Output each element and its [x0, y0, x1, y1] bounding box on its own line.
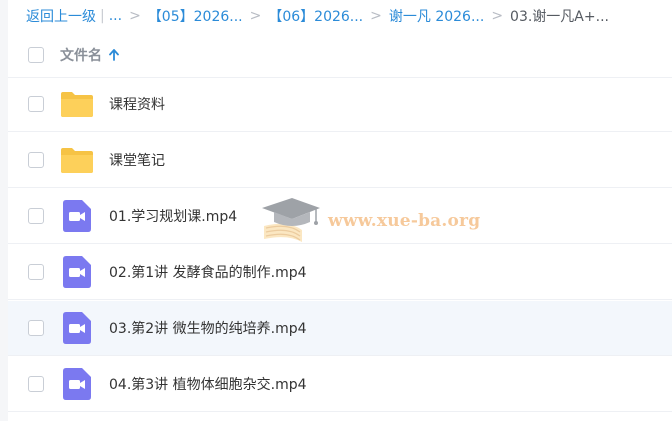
file-row[interactable]: 课程资料: [8, 77, 672, 132]
breadcrumb: 返回上一级 | ... > 【05】2026... > 【06】2026... …: [26, 0, 609, 32]
row-checkbox[interactable]: [28, 152, 44, 168]
folder-icon: [60, 143, 94, 177]
breadcrumb-separator: >: [129, 8, 141, 24]
file-name[interactable]: 课程资料: [109, 94, 165, 114]
video-file-icon: [60, 311, 94, 345]
row-checkbox[interactable]: [28, 208, 44, 224]
select-all-checkbox[interactable]: [28, 47, 44, 63]
breadcrumb-item-xie[interactable]: 谢一凡 2026...: [389, 6, 484, 26]
file-list-header: 文件名: [8, 33, 672, 78]
video-file-icon: [60, 199, 94, 233]
breadcrumb-separator: >: [249, 8, 262, 24]
back-link[interactable]: 返回上一级: [26, 6, 96, 26]
graduation-cap-logo-icon: [262, 198, 320, 242]
file-name[interactable]: 01.学习规划课.mp4: [109, 206, 237, 226]
row-checkbox[interactable]: [28, 376, 44, 392]
row-checkbox[interactable]: [28, 96, 44, 112]
folder-icon: [60, 87, 94, 121]
file-row[interactable]: 02.第1讲 发酵食品的制作.mp4: [8, 245, 672, 300]
breadcrumb-separator: >: [491, 8, 504, 24]
arrow-up-icon: [109, 49, 119, 61]
file-row[interactable]: 课堂笔记: [8, 133, 672, 188]
file-row[interactable]: 04.第3讲 植物体细胞杂交.mp4: [8, 357, 672, 412]
video-file-icon: [60, 367, 94, 401]
row-checkbox[interactable]: [28, 320, 44, 336]
file-name[interactable]: 04.第3讲 植物体细胞杂交.mp4: [109, 374, 307, 394]
breadcrumb-item-05[interactable]: 【05】2026...: [148, 6, 243, 26]
video-file-icon: [60, 255, 94, 289]
file-name[interactable]: 03.第2讲 微生物的纯培养.mp4: [109, 318, 307, 338]
breadcrumb-divider: |: [100, 8, 105, 24]
breadcrumb-current: 03.谢一凡A+...: [510, 9, 609, 25]
file-name[interactable]: 02.第1讲 发酵食品的制作.mp4: [109, 262, 307, 282]
watermark-text: www.xue-ba.org: [328, 211, 481, 231]
sidebar-edge: [0, 0, 8, 421]
filename-column-label: 文件名: [60, 48, 102, 64]
file-name[interactable]: 课堂笔记: [109, 150, 165, 170]
breadcrumb-separator: >: [370, 8, 382, 24]
breadcrumb-item-06[interactable]: 【06】2026...: [268, 6, 363, 26]
watermark: www.xue-ba.org: [258, 192, 488, 250]
row-checkbox[interactable]: [28, 264, 44, 280]
breadcrumb-ellipsis[interactable]: ...: [109, 8, 122, 24]
file-row[interactable]: 03.第2讲 微生物的纯培养.mp4: [8, 301, 672, 356]
sort-by-filename[interactable]: 文件名: [60, 45, 119, 65]
